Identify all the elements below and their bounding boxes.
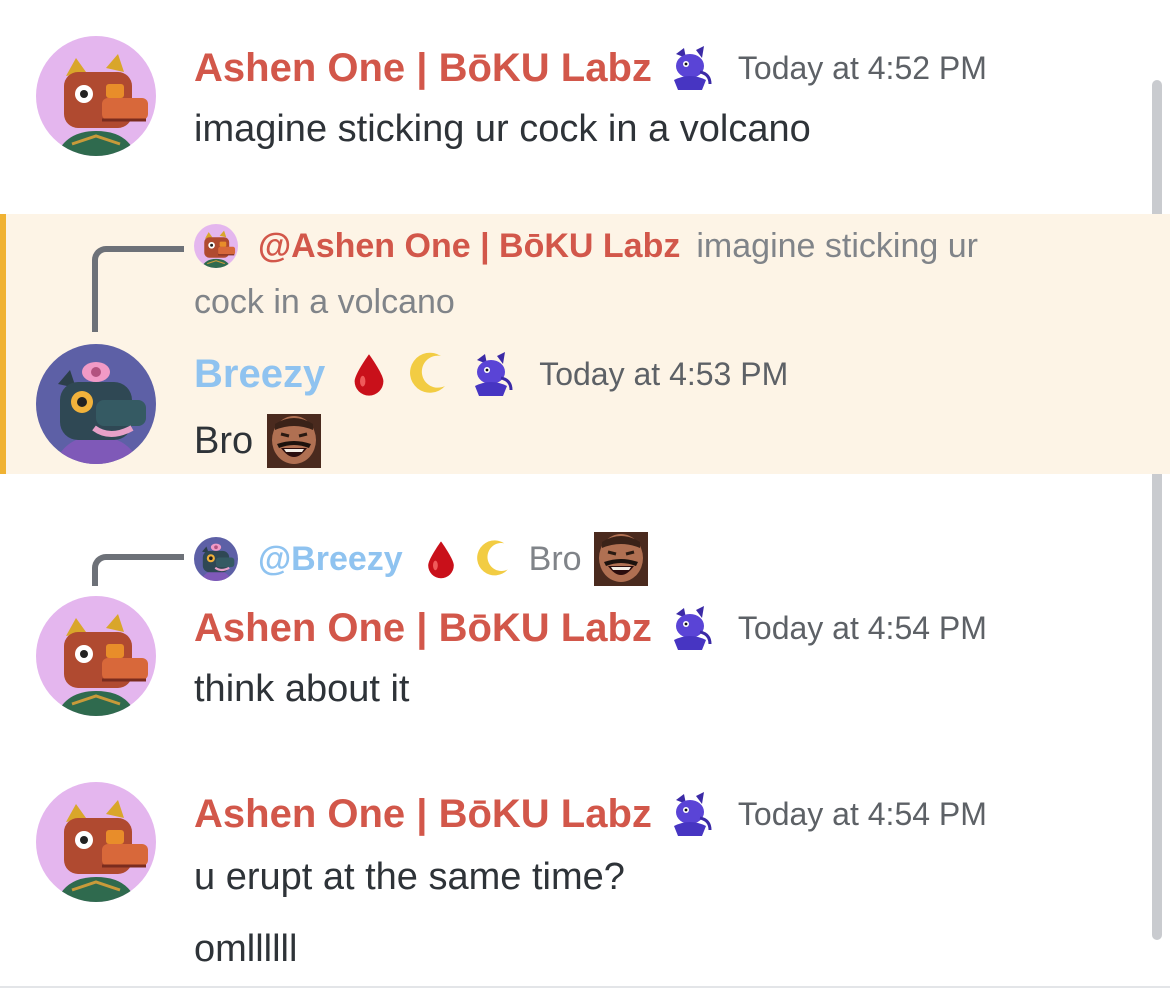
author-name[interactable]: Breezy <box>194 352 325 397</box>
message-text: imagine sticking ur cock in a volcano <box>194 108 811 150</box>
timestamp[interactable]: Today at 4:53 PM <box>539 356 788 393</box>
message-text: think about it <box>194 668 410 710</box>
avatar[interactable] <box>36 344 156 464</box>
purple-dragon-icon <box>666 790 714 838</box>
crescent-moon-icon <box>403 350 451 398</box>
reply-author[interactable]: @Ashen One | BōKU Labz <box>258 227 680 266</box>
purple-dragon-icon <box>666 604 714 652</box>
author-name[interactable]: Ashen One | BōKU Labz <box>194 606 652 651</box>
reply-text-continued: cock in a volcano <box>194 283 455 321</box>
reply-preview[interactable]: @Breezy Bro <box>194 532 648 586</box>
message-text: Bro <box>194 419 254 462</box>
avatar[interactable] <box>36 36 156 156</box>
reply-connector <box>92 246 184 332</box>
blood-drop-icon <box>425 538 457 580</box>
message-text: u erupt at the same time? <box>194 856 625 898</box>
author-name[interactable]: Ashen One | BōKU Labz <box>194 792 652 837</box>
message-header: Ashen One | BōKU Labz Today at 4:54 PM <box>194 790 987 838</box>
purple-dragon-icon <box>467 350 515 398</box>
purple-dragon-icon <box>666 44 714 92</box>
message-body: Bro <box>194 414 321 468</box>
avatar[interactable] <box>36 596 156 716</box>
reply-avatar <box>194 224 238 268</box>
reply-preview[interactable]: @Ashen One | BōKU Labz imagine sticking … <box>194 224 978 268</box>
message-text: omllllll <box>194 928 298 970</box>
reply-text: imagine sticking ur <box>696 226 978 265</box>
author-name[interactable]: Ashen One | BōKU Labz <box>194 46 652 91</box>
timestamp[interactable]: Today at 4:54 PM <box>738 610 987 647</box>
crescent-moon-icon <box>471 538 513 580</box>
message-header: Ashen One | BōKU Labz Today at 4:54 PM <box>194 604 987 652</box>
message-header: Ashen One | BōKU Labz Today at 4:52 PM <box>194 44 987 92</box>
avatar[interactable] <box>36 782 156 902</box>
reply-text: Bro <box>528 539 582 578</box>
timestamp[interactable]: Today at 4:54 PM <box>738 796 987 833</box>
laughing-man-emoji <box>594 532 648 586</box>
reply-connector <box>92 554 184 586</box>
scrollbar[interactable] <box>1152 80 1162 940</box>
blood-drop-icon <box>351 350 387 398</box>
reply-avatar <box>194 537 238 581</box>
reply-author[interactable]: @Breezy <box>258 540 403 579</box>
divider <box>0 986 1170 988</box>
laughing-man-emoji <box>267 414 321 468</box>
timestamp[interactable]: Today at 4:52 PM <box>738 50 987 87</box>
message-header: Breezy Today at 4:53 PM <box>194 350 788 398</box>
